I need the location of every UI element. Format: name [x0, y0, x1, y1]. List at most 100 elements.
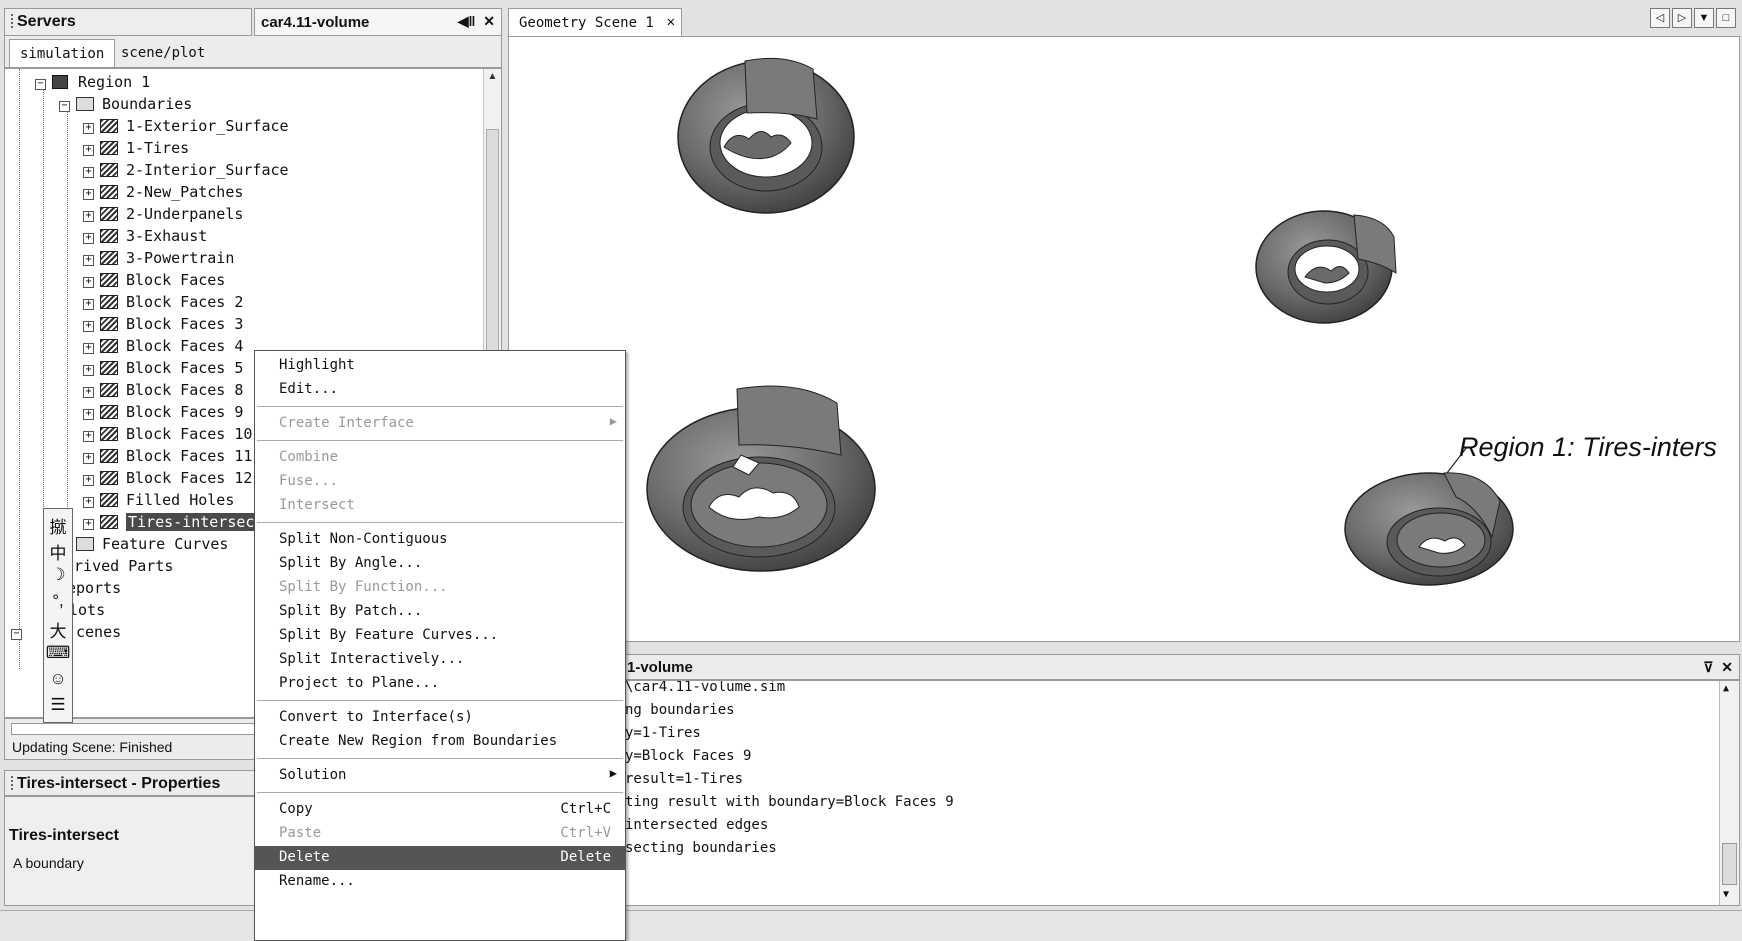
expand-icon[interactable]: + [83, 431, 94, 442]
tree-node-reports[interactable]: eports [67, 579, 121, 601]
settings-icon[interactable]: ☺ [44, 669, 72, 693]
menu-item-split-by-feature-curves[interactable]: Split By Feature Curves... [255, 624, 625, 648]
menu-item-convert-to-interface-s[interactable]: Convert to Interface(s) [255, 706, 625, 730]
tree-node-boundary[interactable]: + Block Faces 5 [83, 359, 243, 381]
menu-item-split-by-angle[interactable]: Split By Angle... [255, 552, 625, 576]
tree-node-boundary[interactable]: +3-Exhaust [83, 227, 207, 249]
maximize-icon[interactable]: □ [1716, 8, 1736, 28]
menu-item-create-interface[interactable]: Create Interface ▶ [255, 412, 625, 436]
ime-logo-icon[interactable]: 㩆 [44, 513, 72, 537]
tree-node-plots[interactable]: lots [69, 601, 105, 623]
expand-icon[interactable]: + [83, 255, 94, 266]
menu-icon[interactable]: ☰ [44, 695, 72, 719]
tree-node-boundary[interactable]: +2-Underpanels [83, 205, 243, 227]
expand-icon[interactable]: + [83, 123, 94, 134]
expand-icon[interactable]: + [83, 211, 94, 222]
expand-icon[interactable]: + [83, 409, 94, 420]
chinese-mode-icon[interactable]: 中 [44, 539, 72, 563]
scroll-thumb[interactable] [1722, 843, 1737, 885]
menu-item-delete[interactable]: Delete Delete [255, 846, 625, 870]
menu-item-rename[interactable]: Rename... [255, 870, 625, 894]
menu-item-fuse[interactable]: Fuse... [255, 470, 625, 494]
tree-node-boundary[interactable]: + Block Faces 12 [83, 469, 252, 491]
tree-node-region[interactable]: − Region 1 [35, 73, 150, 95]
menu-item-split-interactively[interactable]: Split Interactively... [255, 648, 625, 672]
tree-node-boundary[interactable]: + Block Faces 8 [83, 381, 243, 403]
minimize-icon[interactable]: ◀‖ [458, 13, 476, 29]
expand-icon[interactable]: + [83, 299, 94, 310]
servers-tab[interactable]: Servers [4, 8, 252, 36]
scroll-up-icon[interactable]: ▲ [486, 71, 499, 87]
expand-icon[interactable]: + [83, 519, 94, 530]
tree-node-boundary[interactable]: + Block Faces 10 [83, 425, 252, 447]
menu-item-copy[interactable]: Copy Ctrl+C [255, 798, 625, 822]
expand-icon[interactable]: + [83, 497, 94, 508]
menu-item-solution[interactable]: Solution ▶ [255, 764, 625, 788]
scroll-down-icon[interactable]: ▼ [1723, 889, 1729, 900]
tree-node-feature-curves[interactable]: Feature Curves [59, 535, 228, 557]
expand-icon[interactable]: + [83, 167, 94, 178]
tree-node-boundary[interactable]: + Block Faces 4 [83, 337, 243, 359]
scroll-right-icon[interactable]: ▷ [1672, 8, 1692, 28]
tire-2[interactable] [1255, 210, 1397, 324]
close-icon[interactable]: ✕ [483, 13, 495, 29]
collapse-icon[interactable]: − [35, 79, 46, 90]
tab-scene-plot[interactable]: scene/plot [111, 39, 215, 67]
ime-toolbar[interactable]: 㩆中 ☽ °, 大 ⌨ ☺ ☰ [43, 508, 73, 723]
expand-icon[interactable]: + [83, 233, 94, 244]
tree-node-boundary[interactable]: + Filled Holes [83, 491, 234, 513]
tab-geometry-scene[interactable]: Geometry Scene 1 ✕ [508, 8, 682, 36]
menu-item-paste[interactable]: Paste Ctrl+V [255, 822, 625, 846]
tire-3[interactable] [646, 385, 876, 572]
fullwidth-icon[interactable]: 大 [44, 617, 72, 641]
expand-icon[interactable]: + [83, 343, 94, 354]
expand-icon[interactable]: + [83, 277, 94, 288]
expand-icon[interactable]: + [83, 387, 94, 398]
menu-item-split-non-contiguous[interactable]: Split Non-Contiguous [255, 528, 625, 552]
output-scrollbar[interactable]: ▲ ▼ [1719, 681, 1739, 905]
tire-4[interactable] [1344, 472, 1514, 586]
menu-item-highlight[interactable]: Highlight [255, 354, 625, 378]
moon-icon[interactable]: ☽ [44, 565, 72, 589]
tree-node-boundary[interactable]: + Tires-intersect [83, 513, 266, 535]
expand-icon[interactable]: + [83, 365, 94, 376]
tree-node-boundary[interactable]: + Block Faces 11 [83, 447, 252, 469]
tree-node-boundary[interactable]: +1-Tires [83, 139, 189, 161]
menu-item-project-to-plane[interactable]: Project to Plane... [255, 672, 625, 696]
keyboard-icon[interactable]: ⌨ [44, 643, 72, 667]
menu-item-edit[interactable]: Edit... [255, 378, 625, 402]
collapse-icon[interactable]: − [11, 629, 22, 640]
expand-icon[interactable]: + [83, 321, 94, 332]
volume-tab[interactable]: car4.11-volume ◀‖ ✕ [254, 8, 502, 36]
scroll-left-icon[interactable]: ◁ [1650, 8, 1670, 28]
expand-icon[interactable]: + [83, 189, 94, 200]
tire-1[interactable] [677, 57, 855, 214]
tree-node-boundaries[interactable]: − Boundaries [59, 95, 192, 117]
menu-item-split-by-function[interactable]: Split By Function... [255, 576, 625, 600]
tree-node-boundary[interactable]: +3-Powertrain [83, 249, 234, 271]
geometry-scene-viewport[interactable]: x y z Region 1: Tires-inters [508, 36, 1740, 642]
menu-item-combine[interactable]: Combine [255, 446, 625, 470]
tree-node-boundary[interactable]: +1-Exterior_Surface [83, 117, 289, 139]
punctuation-icon[interactable]: °, [44, 591, 72, 615]
expand-icon[interactable]: + [83, 453, 94, 464]
expand-icon[interactable]: + [83, 475, 94, 486]
menu-item-intersect[interactable]: Intersect [255, 494, 625, 518]
tree-node-boundary[interactable]: + Block Faces 3 [83, 315, 243, 337]
tree-node-boundary[interactable]: +2-Interior_Surface [83, 161, 289, 183]
tree-node-boundary[interactable]: + Block Faces 2 [83, 293, 243, 315]
pin-icon[interactable]: ⊽ [1703, 659, 1713, 675]
tree-node-boundary[interactable]: + Block Faces [83, 271, 225, 293]
tree-node-boundary[interactable]: + Block Faces 9 [83, 403, 243, 425]
menu-item-create-new-region-from-boundaries[interactable]: Create New Region from Boundaries [255, 730, 625, 754]
close-icon[interactable]: ✕ [667, 14, 675, 30]
expand-icon[interactable]: + [83, 145, 94, 156]
dropdown-icon[interactable]: ▼ [1694, 8, 1714, 28]
tree-node-derived-parts[interactable]: erived Parts [65, 557, 173, 579]
collapse-icon[interactable]: − [59, 101, 70, 112]
close-icon[interactable]: ✕ [1721, 659, 1733, 675]
scroll-up-icon[interactable]: ▲ [1723, 683, 1729, 694]
menu-item-split-by-patch[interactable]: Split By Patch... [255, 600, 625, 624]
tree-node-boundary[interactable]: +2-New_Patches [83, 183, 243, 205]
tab-simulation[interactable]: simulation [9, 39, 116, 67]
